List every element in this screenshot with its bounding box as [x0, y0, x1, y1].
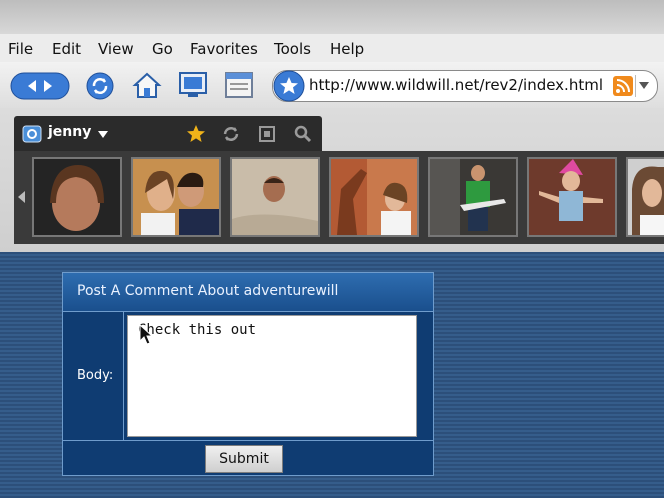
menu-view[interactable]: View	[98, 40, 134, 58]
refresh-icon[interactable]	[86, 72, 114, 100]
mouse-cursor-icon	[139, 324, 153, 345]
fullscreen-icon[interactable]	[258, 125, 276, 143]
photo-thumbnail-7[interactable]	[626, 157, 664, 237]
sync-icon[interactable]	[222, 125, 240, 143]
form-divider	[63, 440, 433, 441]
bookmark-star-icon[interactable]	[273, 70, 305, 102]
menu-tools[interactable]: Tools	[274, 40, 311, 58]
gallery-toolbar: jenny	[14, 116, 322, 152]
address-url: http://www.wildwill.net/rev2/index.html	[309, 76, 603, 94]
gallery-username[interactable]: jenny	[48, 124, 91, 140]
rss-icon[interactable]	[613, 76, 633, 96]
dropdown-caret-icon[interactable]	[639, 82, 649, 90]
form-title: Post A Comment About adventurewill	[77, 283, 339, 299]
photo-thumbnail-4[interactable]	[329, 157, 419, 237]
back-forward-icon[interactable]	[10, 72, 70, 100]
comment-body-textarea[interactable]: Check this out	[127, 315, 417, 437]
address-bar[interactable]: http://www.wildwill.net/rev2/index.html	[272, 70, 658, 102]
menu-favorites[interactable]: Favorites	[190, 40, 258, 58]
menu-edit[interactable]: Edit	[52, 40, 81, 58]
menu-help[interactable]: Help	[330, 40, 364, 58]
window-icon[interactable]	[224, 71, 254, 99]
strip-left-arrow-icon[interactable]	[17, 191, 27, 203]
user-icon	[22, 125, 42, 143]
photo-thumbnail-2[interactable]	[131, 157, 221, 237]
dropdown-caret-icon[interactable]	[98, 131, 108, 139]
menu-bar: File Edit View Go Favorites Tools Help	[0, 34, 664, 62]
comment-form: Post A Comment About adventurewill Body:…	[62, 272, 434, 476]
photo-thumbnail-5[interactable]	[428, 157, 518, 237]
photo-thumbnail-6[interactable]	[527, 157, 617, 237]
search-icon[interactable]	[294, 125, 312, 143]
menu-go[interactable]: Go	[152, 40, 173, 58]
photo-thumbnail-3[interactable]	[230, 157, 320, 237]
photo-thumbnail-1[interactable]	[32, 157, 122, 237]
home-icon[interactable]	[132, 70, 162, 100]
star-icon[interactable]	[186, 124, 206, 144]
body-label-cell: Body:	[63, 312, 124, 440]
menu-file[interactable]: File	[8, 40, 33, 58]
form-header: Post A Comment About adventurewill	[63, 273, 433, 312]
submit-button[interactable]: Submit	[205, 445, 283, 473]
photo-strip	[14, 151, 664, 244]
monitor-icon[interactable]	[178, 71, 208, 99]
body-label: Body:	[77, 368, 114, 383]
window-titlebar	[0, 0, 664, 34]
address-divider	[635, 75, 636, 97]
